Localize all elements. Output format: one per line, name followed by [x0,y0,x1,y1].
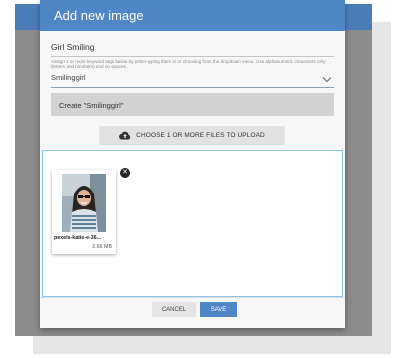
footer-divider [40,297,345,298]
file-dropzone[interactable]: pexels-katie-e-36... 2.66 MB ✕ [42,150,343,297]
image-name-input[interactable]: Girl Smiling [51,42,94,52]
tag-select[interactable]: Smilinggirl [51,71,334,88]
image-thumbnail [62,174,106,232]
upload-files-button[interactable]: CHOOSE 1 OR MORE FILES TO UPLOAD [99,126,285,145]
cancel-button[interactable]: CANCEL [152,302,196,317]
add-image-dialog: Add new image Girl Smiling Assign 1 or m… [40,0,345,328]
save-button[interactable]: SAVE [200,302,237,317]
chevron-down-icon[interactable] [322,73,332,83]
remove-file-icon[interactable]: ✕ [120,168,130,178]
file-name: pexels-katie-e-36... [54,235,102,241]
create-tag-option[interactable]: Create "Smilinggirl" [51,93,334,116]
cloud-upload-icon [119,131,131,140]
tag-help-text: Assign 1 or more keyword tags below by e… [51,59,326,70]
image-name-underline [51,56,334,57]
dialog-title: Add new image [40,0,345,31]
tag-select-value: Smilinggirl [51,73,86,82]
file-thumbnail-card[interactable]: pexels-katie-e-36... 2.66 MB [52,170,116,254]
upload-files-label: CHOOSE 1 OR MORE FILES TO UPLOAD [136,132,265,139]
file-size: 2.66 MB [92,244,112,250]
